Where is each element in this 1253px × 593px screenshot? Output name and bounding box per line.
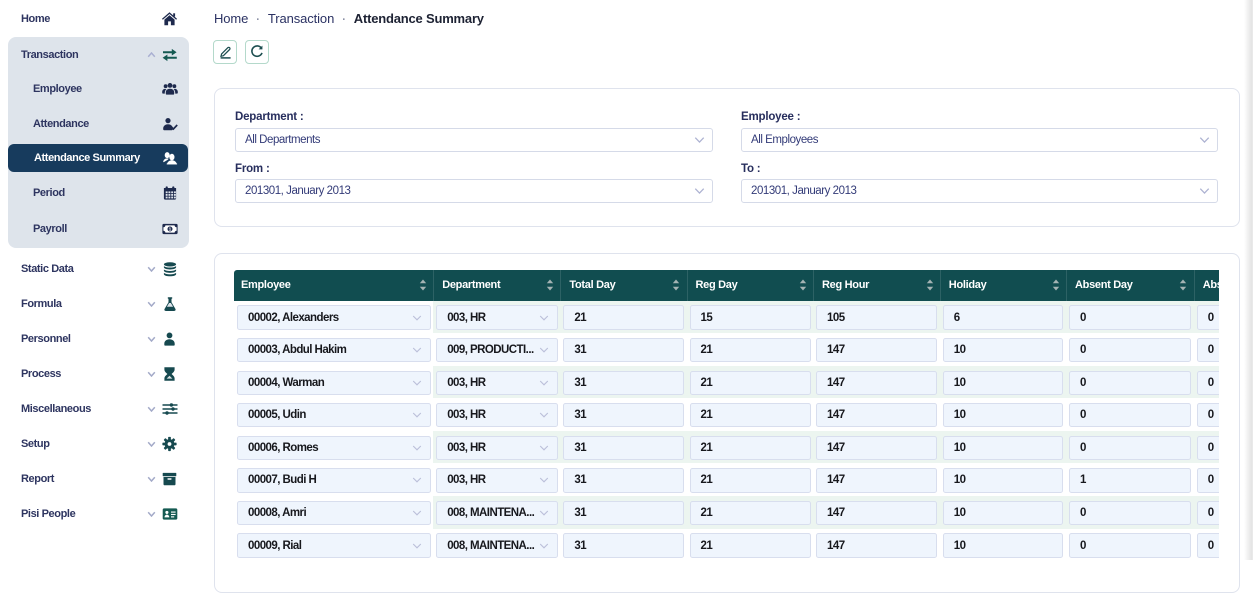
svg-text:1: 1 — [168, 226, 171, 232]
